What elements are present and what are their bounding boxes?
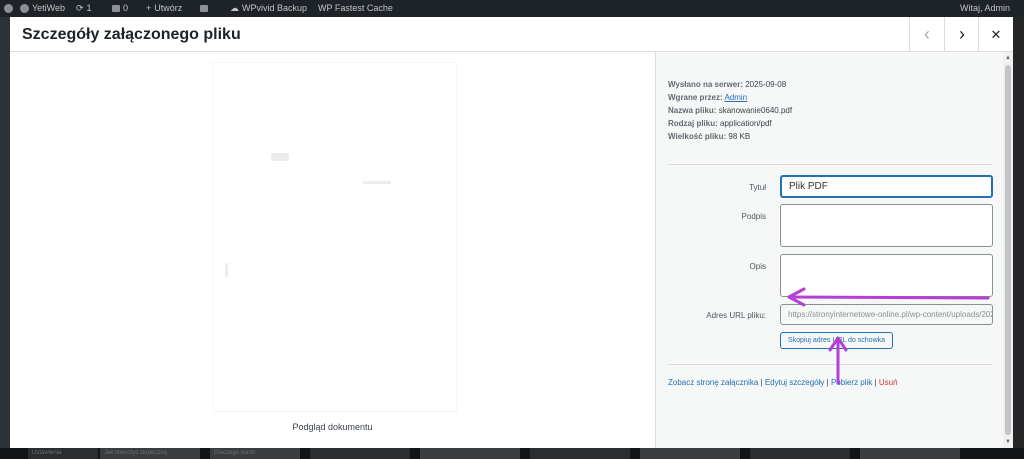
separator: | [874, 378, 877, 387]
filename-label: Nazwa pliku: [668, 106, 717, 115]
admin-menu-dimmed [0, 17, 10, 459]
uploaded-by-label: Wgrane przez: [668, 93, 723, 102]
delete-permanently-link[interactable]: Usuń [879, 378, 898, 387]
dimmed-thumbnail [750, 448, 850, 459]
plus-icon: + [146, 3, 152, 13]
filetype-value: application/pdf [720, 119, 772, 128]
pdf-page-preview [212, 62, 457, 412]
cache-link[interactable]: WP Fastest Cache [318, 0, 393, 17]
filesize-row: Wielkość pliku: 98 KB [668, 130, 792, 143]
comment-icon [112, 5, 120, 12]
title-input[interactable] [780, 175, 993, 198]
comments-link[interactable]: 0 [112, 0, 128, 17]
download-file-link[interactable]: Pobierz plik [831, 378, 872, 387]
site-name-link[interactable]: YetiWeb [20, 0, 65, 17]
close-icon: ✕ [990, 26, 1002, 42]
wpvivid-label: WPvivid Backup [242, 3, 308, 13]
chevron-left-icon: ‹ [924, 24, 930, 44]
filetype-label: Rodzaj pliku: [668, 119, 718, 128]
document-preview: Podgląd dokumentu [10, 52, 655, 448]
home-icon [20, 4, 29, 13]
cache-label: WP Fastest Cache [318, 3, 393, 13]
modal-title: Szczegóły załączonego pliku [22, 26, 241, 43]
modal-header: Szczegóły załączonego pliku ‹ › ✕ [10, 17, 1013, 52]
attachment-details-modal: Szczegóły załączonego pliku ‹ › ✕ Podglą… [10, 17, 1013, 448]
filesize-value: 98 KB [728, 132, 751, 141]
dimmed-thumbnail [530, 448, 630, 459]
edit-details-link[interactable]: Edytuj szczegóły [765, 378, 825, 387]
divider [668, 364, 992, 365]
new-content-label: Utwórz [154, 3, 183, 13]
separator: | [826, 378, 829, 387]
updates-count: 1 [86, 3, 92, 13]
file-url-label: Adres URL pliku: [706, 311, 766, 320]
scrollbar-thumb[interactable] [1005, 65, 1011, 435]
description-label: Opis [749, 262, 766, 271]
preview-artifact [363, 181, 391, 184]
cloud-icon: ☁ [230, 3, 239, 13]
media-library-dimmed: Ustawienia Jak stworzyć skuteczną Dlacze… [0, 448, 1024, 459]
previous-button[interactable]: ‹ [909, 17, 944, 52]
dimmed-thumbnail [420, 448, 520, 459]
site-name-label: YetiWeb [32, 3, 66, 13]
attachment-actions: Zobacz stronę załącznika | Edytuj szczeg… [668, 378, 898, 387]
filesize-label: Wielkość pliku: [668, 132, 727, 141]
refresh-icon: ⟳ [76, 3, 84, 13]
preview-artifact [271, 153, 289, 161]
dimmed-thumbnail [640, 448, 740, 459]
dimmed-menu-item: Ustawienia [28, 448, 98, 459]
sidebar-scrollbar[interactable]: ▲ ▼ [1003, 52, 1013, 448]
caption-textarea[interactable] [780, 204, 993, 247]
comments-count: 0 [123, 3, 129, 13]
admin-bar: YetiWeb ⟳ 1 0 + Utwórz ☁ WPvivid Backup … [0, 0, 1024, 17]
uploaded-by-link[interactable]: Admin [724, 93, 747, 102]
updates-link[interactable]: ⟳ 1 [76, 0, 92, 17]
attachment-info-sidebar: Wysłano na serwer: 2025-09-08 Wgrane prz… [655, 52, 1013, 448]
description-textarea[interactable] [780, 254, 993, 297]
preview-caption: Podgląd dokumentu [292, 422, 373, 432]
yoast-icon[interactable] [200, 0, 208, 17]
close-button[interactable]: ✕ [978, 17, 1013, 52]
uploaded-on-label: Wysłano na serwer: [668, 80, 743, 89]
caption-label: Podpis [741, 212, 766, 221]
preview-artifact [225, 263, 228, 277]
new-content-link[interactable]: + Utwórz [146, 0, 182, 17]
uploaded-on-value: 2025-09-08 [745, 80, 787, 89]
wp-logo-icon[interactable] [4, 0, 13, 17]
uploaded-on-row: Wysłano na serwer: 2025-09-08 [668, 78, 792, 91]
wpvivid-link[interactable]: ☁ WPvivid Backup [230, 0, 307, 17]
next-button[interactable]: › [944, 17, 979, 52]
dimmed-thumbnail: Dlaczego warto [210, 448, 300, 459]
uploaded-by-row: Wgrane przez: Admin [668, 91, 792, 104]
view-attachment-page-link[interactable]: Zobacz stronę załącznika [668, 378, 758, 387]
title-label: Tytuł [749, 183, 766, 192]
account-link[interactable]: Witaj, Admin [960, 0, 1010, 17]
filename-row: Nazwa pliku: skanowanie0640.pdf [668, 104, 792, 117]
copy-url-button[interactable]: Skopiuj adres URL do schowka [780, 332, 894, 349]
greeting-label: Witaj, Admin [960, 3, 1011, 13]
separator: | [760, 378, 763, 387]
dimmed-thumbnail [860, 448, 960, 459]
scroll-up-icon[interactable]: ▲ [1003, 54, 1013, 62]
chevron-right-icon: › [959, 24, 965, 44]
divider [668, 164, 992, 165]
dimmed-thumbnail [310, 448, 410, 459]
filename-value: skanowanie0640.pdf [718, 106, 793, 115]
file-url-input[interactable]: https://stronyinternetowe-online.pl/wp-c… [780, 304, 993, 325]
filetype-row: Rodzaj pliku: application/pdf [668, 117, 792, 130]
dimmed-thumbnail: Jak stworzyć skuteczną [100, 448, 200, 459]
scroll-down-icon[interactable]: ▼ [1003, 438, 1013, 446]
file-details: Wysłano na serwer: 2025-09-08 Wgrane prz… [668, 78, 792, 143]
